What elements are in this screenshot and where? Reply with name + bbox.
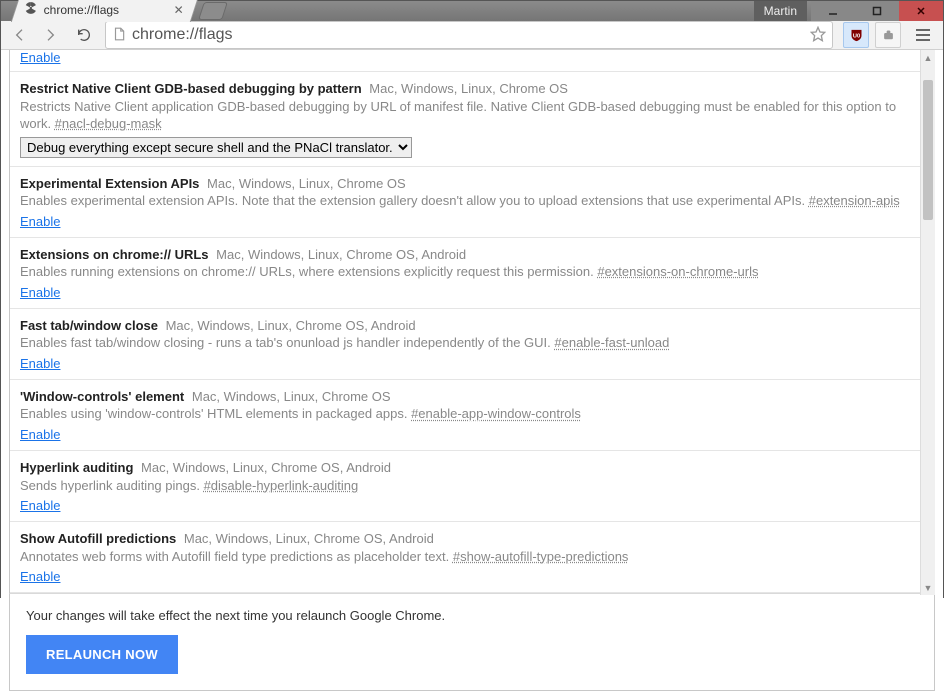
flag-item: Extensions on chrome:// URLs Mac, Window… [10, 238, 934, 309]
flag-description: Enables fast tab/window closing - runs a… [20, 335, 554, 350]
page-content: Enable Restrict Native Client GDB-based … [1, 50, 943, 691]
url-input[interactable] [132, 26, 810, 44]
new-tab-button[interactable] [198, 2, 228, 20]
flag-select[interactable]: Debug everything except secure shell and… [20, 137, 412, 158]
flag-action-link[interactable]: Enable [20, 498, 60, 513]
reload-button[interactable] [71, 22, 97, 48]
flag-anchor-link[interactable]: #enable-fast-unload [554, 335, 669, 350]
back-button[interactable] [7, 22, 33, 48]
flag-item: Hyperlink auditing Mac, Windows, Linux, … [10, 451, 934, 522]
flag-anchor-link[interactable]: #extension-apis [809, 193, 900, 208]
tab-title: chrome://flags [44, 3, 170, 17]
scrollbar[interactable]: ▲ ▼ [920, 50, 935, 595]
flag-title: 'Window-controls' element [20, 389, 184, 404]
window-minimize-button[interactable] [811, 1, 855, 21]
flag-anchor-link[interactable]: #nacl-debug-mask [55, 116, 162, 131]
flag-action-link[interactable]: Enable [20, 285, 60, 300]
flag-platforms: Mac, Windows, Linux, Chrome OS [366, 81, 568, 96]
svg-text:U0: U0 [852, 33, 859, 39]
flag-title: Hyperlink auditing [20, 460, 133, 475]
relaunch-button[interactable]: RELAUNCH NOW [26, 635, 178, 674]
flag-platforms: Mac, Windows, Linux, Chrome OS, Android [213, 247, 467, 262]
ublock-extension-icon[interactable]: U0 [843, 22, 869, 48]
window-close-button[interactable] [899, 1, 943, 21]
flag-item: Experimental Extension APIs Mac, Windows… [10, 167, 934, 238]
scroll-down-icon[interactable]: ▼ [921, 580, 935, 595]
chrome-menu-button[interactable] [909, 21, 937, 49]
tab-close-icon[interactable]: ✕ [170, 3, 188, 17]
flag-item: 'Window-controls' element Mac, Windows, … [10, 380, 934, 451]
profile-name: Martin [764, 4, 797, 18]
flag-title: Restrict Native Client GDB-based debuggi… [20, 81, 362, 96]
flag-action-link[interactable]: Enable [10, 50, 934, 72]
flag-anchor-link[interactable]: #enable-app-window-controls [411, 406, 581, 421]
flag-title: Extensions on chrome:// URLs [20, 247, 209, 262]
flag-platforms: Mac, Windows, Linux, Chrome OS [203, 176, 405, 191]
flag-anchor-link[interactable]: #extensions-on-chrome-urls [597, 264, 758, 279]
extension-icon[interactable] [875, 22, 901, 48]
flag-item: Fast tab/window close Mac, Windows, Linu… [10, 309, 934, 380]
flag-title: Experimental Extension APIs [20, 176, 199, 191]
flag-description: Enables using 'window-controls' HTML ele… [20, 406, 411, 421]
radiation-icon [24, 1, 38, 18]
flag-description: Sends hyperlink auditing pings. [20, 478, 204, 493]
scroll-up-icon[interactable]: ▲ [921, 50, 935, 65]
flags-list: Enable Restrict Native Client GDB-based … [9, 50, 935, 594]
address-bar[interactable] [105, 21, 833, 49]
flag-description: Annotates web forms with Autofill field … [20, 549, 453, 564]
tab-strip: chrome://flags ✕ [15, 0, 225, 22]
flag-action-link[interactable]: Enable [20, 427, 60, 442]
flag-title: Fast tab/window close [20, 318, 158, 333]
flag-description: Enables running extensions on chrome:// … [20, 264, 597, 279]
flag-platforms: Mac, Windows, Linux, Chrome OS, Android [162, 318, 416, 333]
page-icon [112, 27, 126, 44]
bookmark-star-icon[interactable] [810, 26, 826, 45]
flag-description: Enables experimental extension APIs. Not… [20, 193, 809, 208]
flag-platforms: Mac, Windows, Linux, Chrome OS [188, 389, 390, 404]
flag-platforms: Mac, Windows, Linux, Chrome OS, Android [180, 531, 434, 546]
window-titlebar: chrome://flags ✕ Martin [1, 1, 943, 21]
flag-anchor-link[interactable]: #disable-hyperlink-auditing [204, 478, 359, 493]
flag-action-link[interactable]: Enable [20, 569, 60, 584]
window-maximize-button[interactable] [855, 1, 899, 21]
scrollbar-thumb[interactable] [923, 80, 933, 220]
forward-button[interactable] [37, 22, 63, 48]
relaunch-footer: Your changes will take effect the next t… [9, 593, 935, 691]
relaunch-message: Your changes will take effect the next t… [26, 608, 924, 623]
flag-anchor-link[interactable]: #show-autofill-type-predictions [453, 549, 629, 564]
flag-item: Restrict Native Client GDB-based debuggi… [10, 72, 934, 167]
flag-platforms: Mac, Windows, Linux, Chrome OS, Android [137, 460, 391, 475]
flag-action-link[interactable]: Enable [20, 356, 60, 371]
flag-action-link[interactable]: Enable [20, 214, 60, 229]
browser-toolbar: U0 [1, 21, 943, 50]
browser-tab[interactable]: chrome://flags ✕ [11, 0, 199, 22]
flag-item: Show Autofill predictions Mac, Windows, … [10, 522, 934, 593]
profile-button[interactable]: Martin [754, 1, 807, 21]
flag-title: Show Autofill predictions [20, 531, 176, 546]
